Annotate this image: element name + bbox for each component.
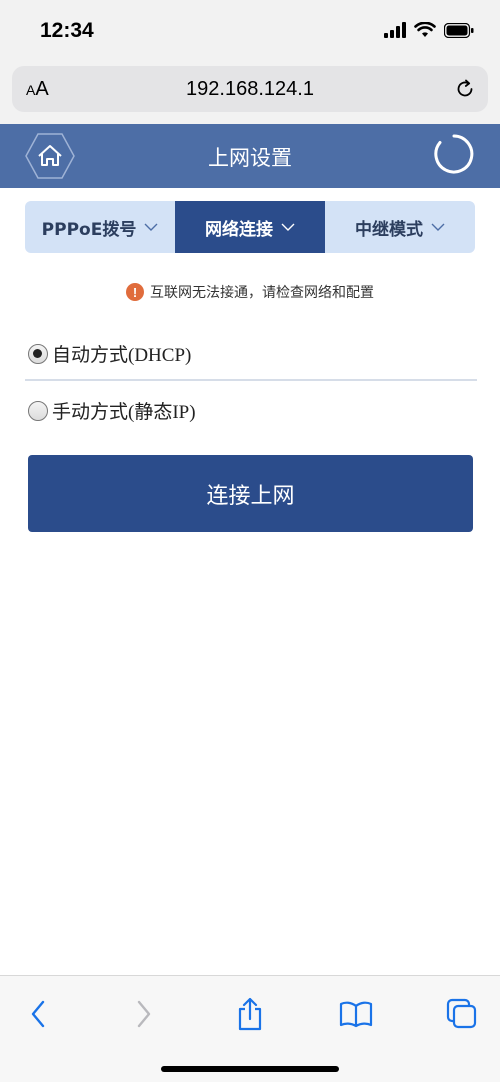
forward-button[interactable] bbox=[124, 994, 164, 1034]
option-static-ip[interactable]: 手动方式(静态IP) bbox=[28, 397, 196, 424]
option-dhcp[interactable]: 自动方式(DHCP) bbox=[28, 340, 191, 367]
browser-address-area: AA 192.168.124.1 bbox=[0, 62, 500, 124]
tab-network-connection[interactable]: 网络连接 bbox=[175, 201, 325, 253]
chevron-down-icon bbox=[281, 223, 295, 231]
chevron-left-icon bbox=[31, 1000, 45, 1028]
warning-text: 互联网无法接通，请检查网络和配置 bbox=[150, 285, 374, 301]
page-title: 上网设置 bbox=[208, 146, 292, 170]
status-bar: 12:34 bbox=[0, 0, 500, 62]
status-icons bbox=[384, 22, 474, 38]
radio-dhcp[interactable] bbox=[28, 343, 48, 364]
connect-button[interactable]: 连接上网 bbox=[28, 455, 473, 532]
radio-static-ip[interactable] bbox=[28, 400, 48, 421]
app-header: 上网设置 bbox=[0, 124, 500, 188]
tabs-button[interactable] bbox=[442, 994, 482, 1034]
book-icon bbox=[339, 1001, 373, 1028]
chevron-down-icon bbox=[144, 223, 158, 231]
share-icon bbox=[238, 997, 262, 1031]
tab-label: PPPoE拨号 bbox=[41, 219, 137, 240]
status-time: 12:34 bbox=[40, 19, 94, 42]
connection-warning: ! 互联网无法接通，请检查网络和配置 bbox=[0, 282, 500, 302]
chevron-right-icon bbox=[137, 1000, 151, 1028]
home-indicator bbox=[161, 1066, 339, 1072]
url-text[interactable]: 192.168.124.1 bbox=[12, 78, 488, 101]
tab-label: 网络连接 bbox=[205, 219, 273, 240]
warning-icon: ! bbox=[126, 283, 144, 301]
wifi-icon bbox=[414, 22, 436, 37]
mode-tabs: PPPoE拨号 网络连接 中继模式 bbox=[25, 201, 475, 253]
bookmarks-button[interactable] bbox=[336, 994, 376, 1034]
address-bar[interactable]: AA 192.168.124.1 bbox=[12, 66, 488, 112]
divider bbox=[25, 379, 477, 381]
battery-icon bbox=[444, 22, 474, 38]
tab-label: 中继模式 bbox=[355, 219, 423, 240]
signal-icon bbox=[384, 22, 406, 38]
tab-relay-mode[interactable]: 中继模式 bbox=[325, 201, 475, 253]
chevron-down-icon bbox=[431, 223, 445, 231]
option-label: 手动方式(静态IP) bbox=[52, 402, 196, 423]
loading-icon[interactable] bbox=[434, 134, 474, 174]
option-label: 自动方式(DHCP) bbox=[52, 345, 192, 366]
share-button[interactable] bbox=[230, 994, 270, 1034]
tabs-icon bbox=[446, 998, 477, 1029]
tab-pppoe[interactable]: PPPoE拨号 bbox=[25, 201, 175, 253]
reload-icon[interactable] bbox=[454, 78, 476, 100]
back-button[interactable] bbox=[18, 994, 58, 1034]
